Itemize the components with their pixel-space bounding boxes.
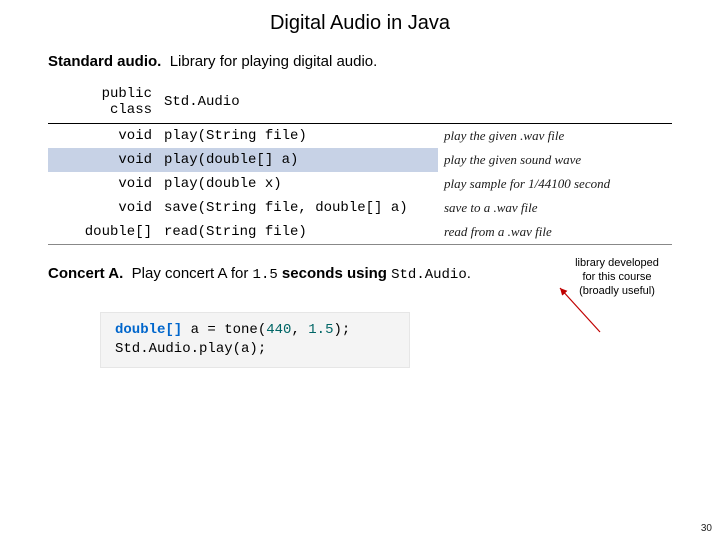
api-row: void save(String file, double[] a) save … — [48, 196, 672, 220]
concert-period: . — [467, 265, 471, 282]
api-class-row: public class Std.Audio — [48, 82, 672, 122]
standard-desc: Library for playing digital audio. — [170, 53, 378, 70]
code-text: , — [291, 322, 308, 338]
code-number: 440 — [266, 322, 291, 338]
concert-desc-a: Play concert A for — [132, 265, 253, 282]
code-line: Std.Audio.play(a); — [115, 340, 395, 359]
note-line: for this course — [562, 271, 672, 285]
page-number: 30 — [701, 523, 712, 534]
note-line: library developed — [562, 257, 672, 271]
api-ret: double[] — [48, 220, 158, 244]
api-desc: play the given sound wave — [438, 148, 672, 172]
api-row: void play(String file) play the given .w… — [48, 123, 672, 148]
api-row: void play(double x) play sample for 1/44… — [48, 172, 672, 196]
code-line: double[] a = tone(440, 1.5); — [115, 321, 395, 340]
standard-section: Standard audio. Library for playing digi… — [0, 53, 720, 245]
api-ret: void — [48, 172, 158, 196]
code-text: ); — [333, 322, 350, 338]
api-sig: play(double[] a) — [158, 148, 438, 172]
api-desc: play the given .wav file — [438, 123, 672, 148]
code-keyword: double[] — [115, 322, 182, 338]
concert-section: Concert A. Play concert A for 1.5 second… — [0, 265, 720, 298]
api-desc: save to a .wav file — [438, 196, 672, 220]
concert-desc-b: seconds using — [278, 265, 391, 282]
api-row: double[] read(String file) read from a .… — [48, 220, 672, 244]
code-text: a = tone( — [182, 322, 266, 338]
concert-duration: 1.5 — [253, 267, 278, 283]
note-line: (broadly useful) — [562, 285, 672, 299]
api-row: void play(double[] a) play the given sou… — [48, 148, 672, 172]
api-ret: void — [48, 148, 158, 172]
standard-label: Standard audio. — [48, 53, 161, 70]
concert-text: Concert A. Play concert A for 1.5 second… — [48, 265, 554, 283]
annotation-note: library developed for this course (broad… — [562, 257, 672, 298]
api-ret: void — [48, 123, 158, 148]
api-sig: save(String file, double[] a) — [158, 196, 438, 220]
api-class-name: Std.Audio — [158, 82, 438, 122]
api-sig: read(String file) — [158, 220, 438, 244]
concert-label: Concert A. — [48, 265, 123, 282]
api-desc: read from a .wav file — [438, 220, 672, 244]
api-sig: play(String file) — [158, 123, 438, 148]
api-class-desc — [438, 82, 672, 122]
code-number: 1.5 — [308, 322, 333, 338]
code-block: double[] a = tone(440, 1.5); Std.Audio.p… — [100, 312, 410, 368]
slide-title: Digital Audio in Java — [0, 0, 720, 53]
api-rule-bottom — [48, 244, 672, 245]
api-class-kw: public class — [48, 82, 158, 122]
api-table: public class Std.Audio void play(String … — [48, 82, 672, 245]
api-desc: play sample for 1/44100 second — [438, 172, 672, 196]
api-sig: play(double x) — [158, 172, 438, 196]
standard-text: Standard audio. Library for playing digi… — [48, 53, 672, 70]
concert-lib: Std.Audio — [391, 267, 467, 283]
code-text: Std.Audio.play(a); — [115, 341, 266, 357]
api-ret: void — [48, 196, 158, 220]
